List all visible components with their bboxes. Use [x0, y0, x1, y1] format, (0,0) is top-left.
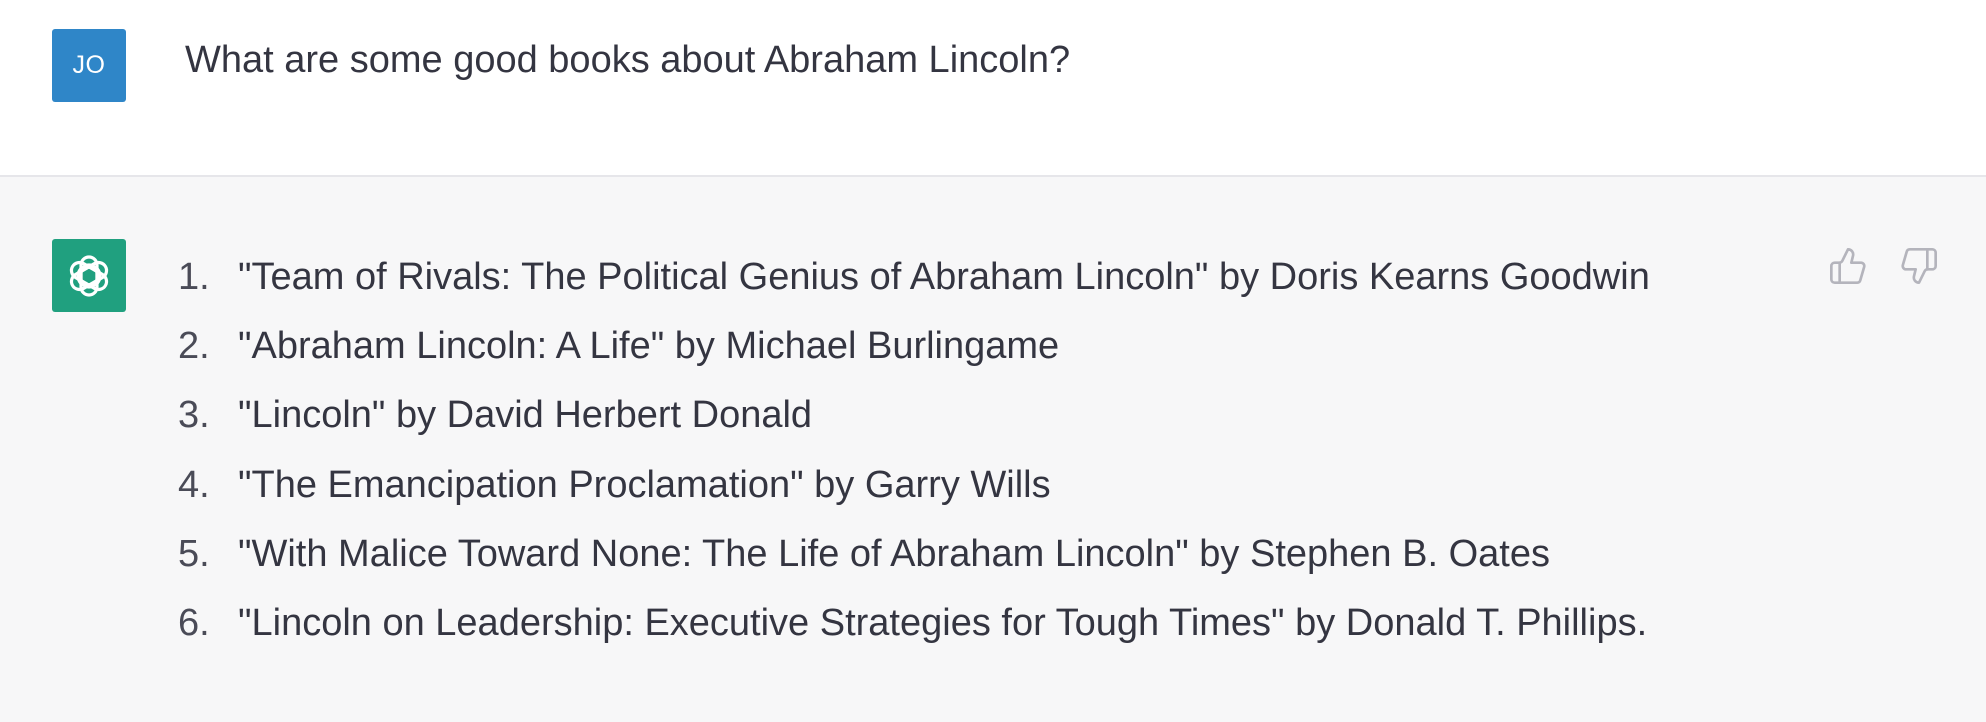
list-item-number: 1.	[178, 256, 210, 298]
list-item-number: 5.	[178, 533, 210, 575]
openai-logo-icon	[69, 254, 109, 297]
user-message-row: JO What are some good books about Abraha…	[0, 0, 1986, 177]
user-avatar: JO	[52, 29, 126, 102]
thumbs-down-icon	[1901, 248, 1937, 285]
user-message-text: What are some good books about Abraham L…	[185, 39, 1071, 81]
thumbs-down-button[interactable]	[1895, 242, 1943, 290]
user-avatar-initials: JO	[72, 51, 106, 79]
list-item-text: "Lincoln on Leadership: Executive Strate…	[238, 602, 1648, 644]
assistant-message-row: 1. "Team of Rivals: The Political Genius…	[0, 177, 1986, 722]
list-item-text: "With Malice Toward None: The Life of Ab…	[238, 533, 1550, 575]
list-item-text: "Team of Rivals: The Political Genius of…	[238, 256, 1650, 298]
thumbs-up-button[interactable]	[1824, 242, 1872, 290]
list-item-text: "The Emancipation Proclamation" by Garry…	[238, 464, 1051, 506]
thumbs-up-icon	[1830, 247, 1866, 284]
list-item-number: 2.	[178, 325, 210, 367]
list-item-number: 3.	[178, 394, 210, 436]
list-item-text: "Abraham Lincoln: A Life" by Michael Bur…	[238, 325, 1060, 367]
assistant-avatar	[52, 239, 126, 312]
list-item-number: 4.	[178, 464, 210, 506]
list-item-text: "Lincoln" by David Herbert Donald	[238, 394, 813, 436]
list-item-number: 6.	[178, 602, 210, 644]
